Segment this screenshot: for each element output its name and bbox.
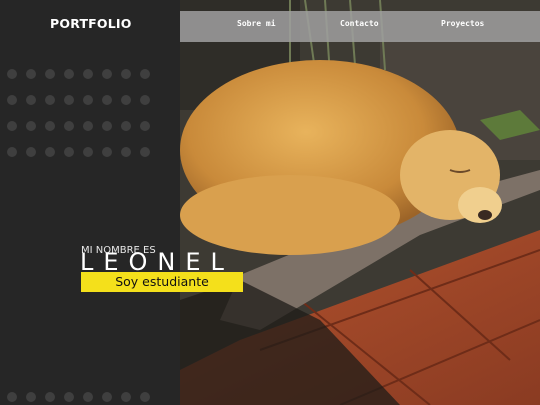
logo[interactable]: PORTFOLIO [50,16,132,31]
nav-link-projects[interactable]: Proyectos [441,19,484,28]
decorative-dot-row [7,392,150,402]
left-panel: PORTFOLIO [0,0,180,405]
nav-link-contact[interactable]: Contacto [340,19,379,28]
nav-link-about[interactable]: Sobre mi [237,19,276,28]
hero-photo [180,0,540,405]
hero-tagline-badge: Soy estudiante [81,272,243,292]
decorative-dot-grid [7,69,150,157]
sleeping-dog-image [180,0,540,405]
top-navbar: Sobre mi Contacto Proyectos [180,11,540,42]
